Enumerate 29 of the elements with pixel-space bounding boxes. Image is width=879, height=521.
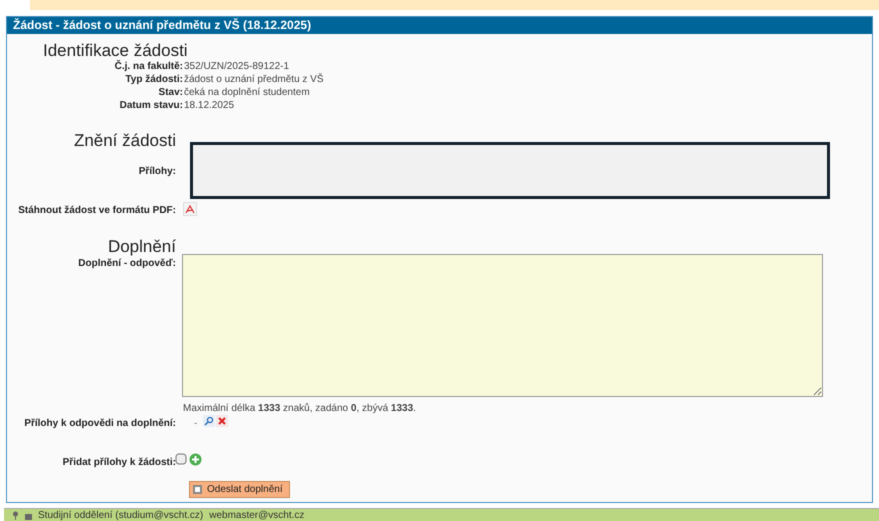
search-icon[interactable] [203,415,215,427]
field-label: Přidat přílohy k žádosti: [62,456,176,470]
field-label: Datum stavu: [118,99,183,112]
field-label: Doplnění - odpověď: [78,257,176,271]
answer-field[interactable] [182,254,823,397]
add-icon[interactable] [189,453,202,466]
limit-note: Maximální délka 1333 znaků, zadáno 0, zbývá 1333. [183,402,416,416]
save-icon [193,485,202,494]
field-label: Č.j. na fakultě: [114,60,183,73]
contact-link[interactable]: Studijní oddělení (studium@vscht.cz) [38,508,204,521]
field-label: Přílohy: [138,165,176,179]
field-label: Stáhnout žádost ve formátu PDF: [18,204,176,218]
field-label: Typ žádosti: [124,73,183,86]
field-value: čeká na doplnění studentem [183,86,310,99]
field-label: Přílohy k odpovědi na doplnění: [24,417,176,431]
section-heading: Identifikace žádosti [43,40,188,60]
pdf-icon[interactable] [183,202,197,216]
field-label: Stav: [158,86,183,99]
field-value: žádost o uznání předmětu z VŠ [183,73,324,86]
section-heading: Doplnění [108,236,176,258]
delete-icon[interactable] [216,415,228,427]
field-value: 18.12.2025 [183,99,234,112]
section-heading: Znění žádosti [74,130,176,152]
submit-button[interactable]: Odeslat doplnění [189,481,290,498]
panel-title: Žádost - žádost o uznání předmětu z VŠ (18.12.2025) [7,17,872,34]
field-value: 352/UZN/2025-89122-1 [183,60,290,73]
pin-icon [12,510,19,520]
webmaster-link[interactable]: webmaster@vscht.cz [209,508,304,521]
attachment-value: - [194,417,198,431]
